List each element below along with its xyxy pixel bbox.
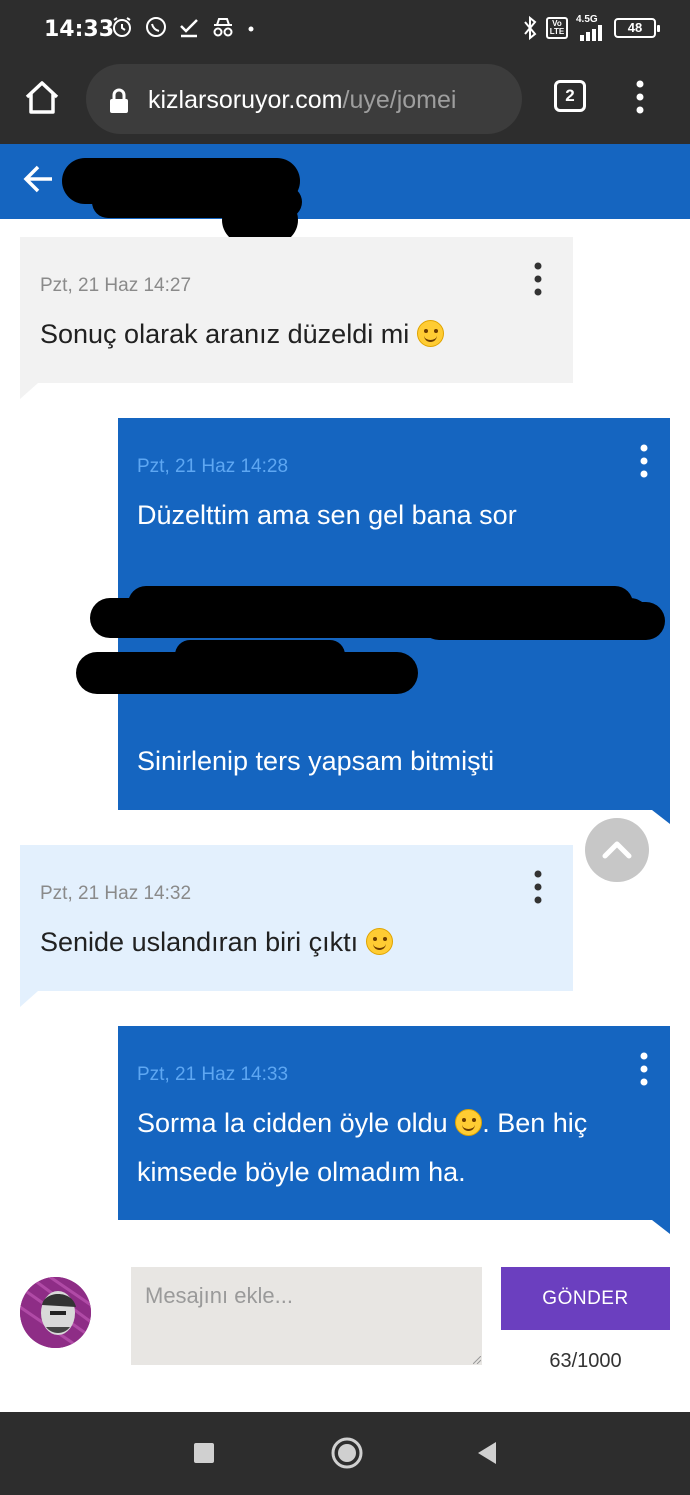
status-bar: 14:33 Vo LTE 4.5G 48	[0, 0, 690, 58]
message-time: Pzt, 21 Haz 14:28	[137, 456, 289, 477]
lock-icon	[110, 88, 128, 113]
character-counter: 63/1000	[549, 1350, 622, 1372]
bubble-tail	[652, 1220, 670, 1234]
message-options-icon[interactable]	[633, 1052, 655, 1086]
message-options-icon[interactable]	[633, 444, 655, 478]
signal-group: 4.5G	[576, 15, 606, 41]
chevron-up-icon	[602, 841, 632, 859]
message-sent: Pzt, 21 Haz 14:33 Sorma la cidden öyle o…	[118, 1026, 670, 1220]
signal-strength-icon	[580, 25, 602, 41]
message-received: Pzt, 21 Haz 14:27 Sonuç olarak aranız dü…	[20, 237, 573, 383]
volte-label: Vo LTE	[549, 19, 565, 36]
bubble-tail	[20, 991, 38, 1007]
redacted-text	[420, 602, 665, 640]
message-text-line: Sorma la cidden öyle oldu . Ben hiç	[137, 1099, 587, 1148]
textarea-resize-handle-icon[interactable]	[473, 1356, 481, 1364]
url-path: /uye/jomei	[342, 86, 457, 114]
scroll-to-top-button[interactable]	[585, 818, 649, 882]
url-text: kizlarsoruyor.com/uye/jomei	[148, 86, 456, 115]
message-time: Pzt, 21 Haz 14:33	[137, 1064, 289, 1085]
bubble-tail	[652, 810, 670, 824]
back-arrow-icon[interactable]	[22, 162, 56, 196]
battery-indicator: 48	[614, 18, 660, 38]
alarm-icon	[113, 17, 131, 37]
message-options-icon[interactable]	[527, 870, 549, 904]
message-text-content: . Ben hiç	[482, 1108, 588, 1138]
screen: 14:33 Vo LTE 4.5G 48 kizlarsoruyor.com/u…	[0, 0, 690, 1495]
send-button[interactable]: GÖNDER	[501, 1267, 670, 1330]
grinning-face-emoji-icon	[365, 928, 393, 955]
redacted-text	[175, 640, 345, 670]
recent-apps-icon[interactable]	[193, 1442, 215, 1464]
message-options-icon[interactable]	[527, 262, 549, 296]
system-navigation-bar	[0, 1412, 690, 1495]
volte-icon: Vo LTE	[546, 17, 568, 39]
download-done-icon	[180, 19, 198, 38]
network-type-label: 4.5G	[576, 14, 598, 25]
address-bar[interactable]: kizlarsoruyor.com/uye/jomei	[86, 64, 522, 134]
message-time: Pzt, 21 Haz 14:32	[40, 883, 192, 904]
browser-toolbar: kizlarsoruyor.com/uye/jomei 2	[0, 58, 690, 144]
status-time: 14:33	[44, 17, 115, 42]
more-notifications-dot-icon	[248, 26, 254, 32]
smiling-face-emoji-icon	[416, 320, 444, 347]
user-avatar-image	[20, 1277, 91, 1348]
message-text-content: Sorma la cidden öyle oldu	[137, 1108, 448, 1138]
message-text: Senide uslandıran biri çıktı	[40, 918, 393, 967]
message-text-content: Sonuç olarak aranız düzeldi mi	[40, 319, 410, 349]
whatsapp-icon	[146, 17, 166, 37]
incognito-icon	[213, 18, 233, 37]
smiling-face-emoji-icon	[455, 1109, 483, 1136]
tab-switcher-button[interactable]: 2	[554, 80, 586, 112]
message-text-line: Sinirlenip ters yapsam bitmişti	[137, 746, 495, 776]
message-text-line: kimsede böyle olmadım ha.	[137, 1157, 466, 1187]
home-icon[interactable]	[22, 78, 62, 118]
message-text: Sonuç olarak aranız düzeldi mi	[40, 310, 444, 359]
system-icons: Vo LTE 4.5G 48	[522, 15, 660, 41]
back-triangle-icon[interactable]	[476, 1441, 498, 1465]
message-time: Pzt, 21 Haz 14:27	[40, 275, 192, 296]
message-text-line: Düzelttim ama sen gel bana sor	[137, 500, 517, 530]
message-input[interactable]	[131, 1267, 482, 1365]
message-text-content: Senide uslandıran biri çıktı	[40, 927, 359, 957]
message-received: Pzt, 21 Haz 14:32 Senide uslandıran biri…	[20, 845, 573, 991]
bluetooth-icon	[524, 15, 537, 41]
home-circle-icon[interactable]	[331, 1437, 363, 1469]
bubble-tail	[20, 383, 38, 399]
url-domain: kizlarsoruyor.com	[148, 86, 343, 114]
notification-icons	[110, 15, 256, 39]
browser-menu-icon[interactable]	[630, 80, 650, 114]
tab-count: 2	[565, 86, 575, 105]
avatar	[20, 1277, 91, 1348]
battery-level: 48	[627, 20, 643, 35]
